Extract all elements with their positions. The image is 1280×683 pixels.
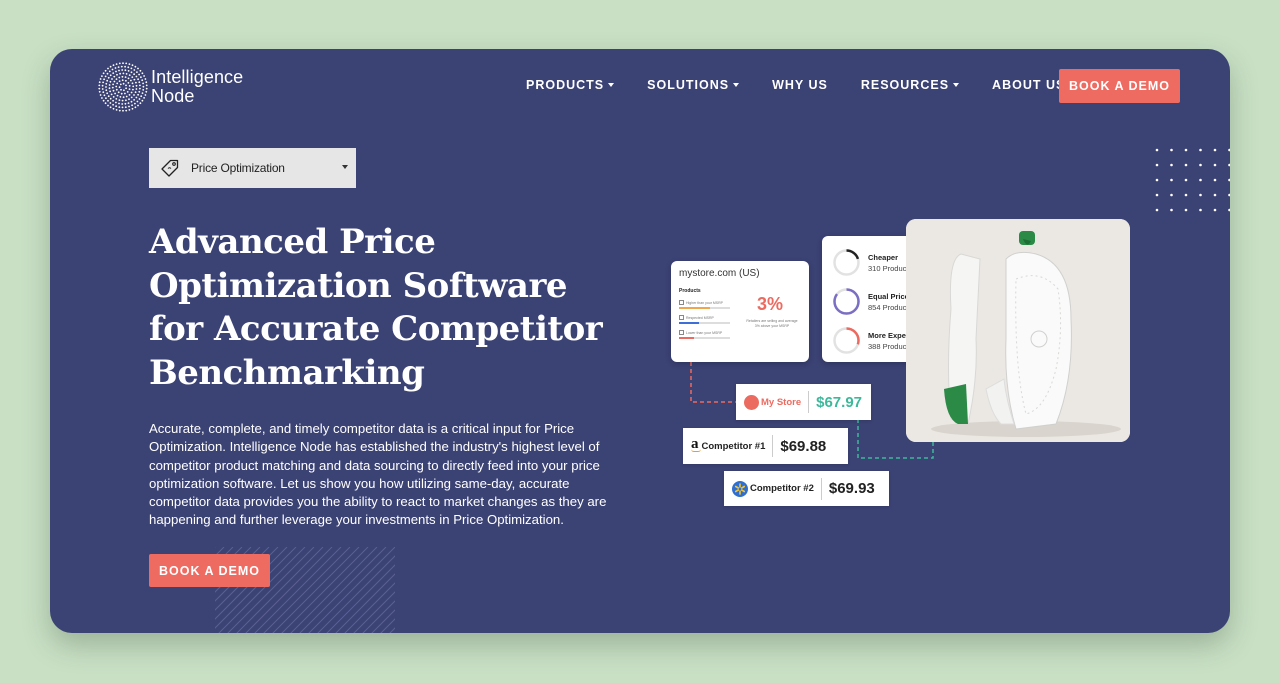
progress-ring-icon — [833, 327, 860, 354]
dot-grid-decoration — [1155, 148, 1230, 212]
nav-book-demo-button[interactable]: BOOK A DEMO — [1059, 69, 1180, 103]
logo-text-line2: Node — [151, 86, 195, 106]
amazon-icon: a — [691, 436, 701, 453]
my-store-label: My Store — [761, 396, 802, 408]
store-metric-bar — [679, 322, 730, 324]
product-selector-dropdown[interactable]: Price Optimization — [149, 148, 356, 188]
caret-down-icon — [342, 165, 348, 169]
page-title: Advanced Price Optimization Software for… — [149, 222, 603, 393]
store-metric-row: Lower than your MSRP — [679, 330, 801, 339]
store-metric-label: Higher than your MSRP — [686, 300, 723, 305]
checkbox[interactable] — [679, 315, 684, 320]
hero-description: Accurate, complete, and timely competito… — [149, 421, 607, 528]
progress-ring-icon — [833, 288, 860, 315]
progress-ring-icon — [833, 249, 860, 276]
competitor-1-price-chip: a Competitor #1 $69.88 — [683, 428, 848, 464]
competitor-2-price-chip: Competitor #2 $69.93 — [724, 471, 889, 506]
nav-products[interactable]: PRODUCTS — [526, 78, 615, 92]
store-summary-card: mystore.com (US) Products Higher than yo… — [671, 261, 809, 362]
checkbox[interactable] — [679, 330, 684, 335]
my-store-icon — [744, 394, 759, 410]
competitor-1-price: $69.88 — [780, 437, 827, 455]
percent-note: Retailers are selling and average 3% abo… — [746, 319, 798, 328]
my-store-price: $67.97 — [816, 393, 863, 411]
store-metric-bar-fill — [679, 337, 695, 339]
main-nav: PRODUCTS SOLUTIONS WHY US RESOURCES ABOU… — [526, 78, 1108, 92]
percent-above-msrp: 3% — [757, 294, 784, 314]
walmart-spark-icon — [732, 480, 748, 497]
store-title: mystore.com (US) — [679, 268, 760, 279]
hero-section: Intelligence Node PRODUCTS SOLUTIONS WHY… — [50, 49, 1230, 633]
store-metric-bar-fill — [679, 307, 710, 309]
logo[interactable]: Intelligence Node — [98, 62, 243, 112]
nav-why-us[interactable]: WHY US — [772, 78, 828, 92]
nav-solutions[interactable]: SOLUTIONS — [647, 78, 740, 92]
logo-text-line1: Intelligence — [151, 67, 244, 87]
store-metric-bar — [679, 337, 730, 339]
product-selector-value: Price Optimization — [191, 161, 285, 175]
caret-down-icon — [733, 82, 740, 87]
competitor-1-label: Competitor #1 — [701, 440, 766, 452]
caret-down-icon — [953, 82, 960, 87]
caret-down-icon — [608, 82, 615, 87]
sneaker-illustration — [906, 219, 1130, 442]
store-metric-label: Respected MSRP — [686, 315, 714, 320]
logo-dot-sphere-icon — [98, 62, 148, 112]
hero-book-demo-button[interactable]: BOOK A DEMO — [149, 554, 270, 587]
competitor-2-price: $69.93 — [828, 480, 875, 497]
price-tag-icon — [161, 159, 179, 177]
sneaker-product-image — [906, 219, 1130, 442]
my-store-price-chip: My Store $67.97 — [736, 384, 871, 420]
store-metric-bar — [679, 307, 730, 309]
store-metric-label: Lower than your MSRP — [686, 330, 723, 335]
checkbox[interactable] — [679, 300, 684, 305]
nav-resources[interactable]: RESOURCES — [861, 78, 960, 92]
competitor-2-label: Competitor #2 — [750, 483, 814, 494]
connector-my-store — [690, 362, 736, 403]
store-metric-bar-fill — [679, 322, 700, 324]
